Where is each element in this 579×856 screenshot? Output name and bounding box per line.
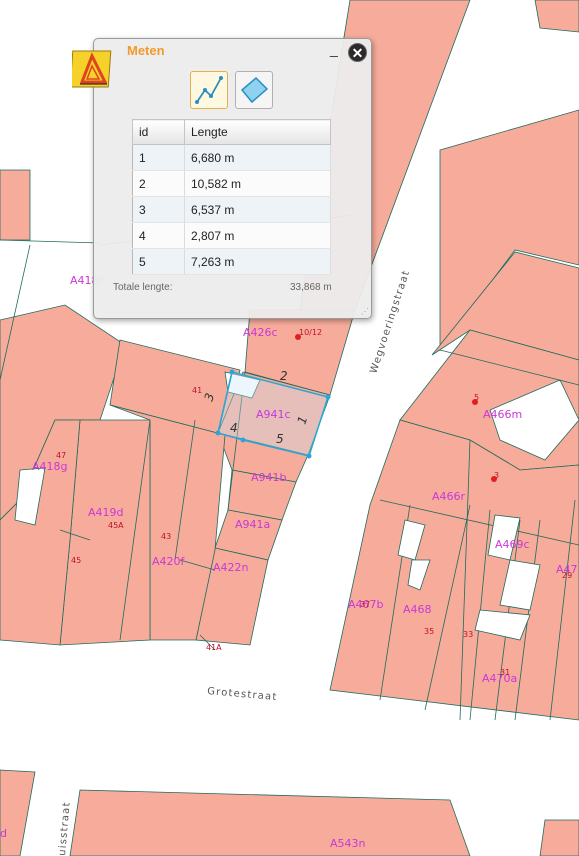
parcel-label: A466r [432, 490, 466, 503]
house-number: 45 [71, 556, 81, 565]
parcel-label: d [0, 827, 7, 840]
ruler-triangle-icon [69, 48, 114, 90]
cell-id: 2 [132, 170, 185, 197]
column-header-id[interactable]: id [132, 119, 185, 145]
segment-label-5: 5 [276, 432, 284, 446]
parcel-label: A420f [152, 555, 186, 568]
cell-id: 1 [132, 144, 185, 171]
measure-vertex[interactable] [215, 430, 221, 436]
cell-id: 5 [132, 248, 185, 275]
parcel-label: A426c [243, 326, 278, 339]
parcel-label: A468 [403, 603, 432, 616]
total-length-label: Totale lengte: [113, 282, 173, 293]
house-number: 33 [463, 630, 473, 639]
measure-vertex[interactable] [325, 394, 331, 400]
house-number: 43 [161, 532, 171, 541]
area-measure-tool[interactable] [235, 71, 273, 109]
measure-vertex[interactable] [229, 369, 235, 375]
cell-id: 4 [132, 222, 185, 249]
measurements-table: id Lengte 1 6,680 m 2 10,582 m 3 6,537 m… [132, 119, 331, 275]
house-number: 47 [56, 451, 66, 460]
table-row[interactable]: 4 2,807 m [132, 222, 331, 249]
panel-title: Meten [127, 43, 165, 58]
cell-length: 2,807 m [184, 222, 331, 249]
cell-length: 6,537 m [184, 196, 331, 223]
house-number: 29 [562, 571, 572, 580]
house-number: 10/12 [299, 328, 322, 337]
segment-label-2: 2 [280, 369, 288, 383]
house-number: 45A [108, 521, 124, 530]
table-header-row: id Lengte [132, 119, 331, 145]
cell-id: 3 [132, 196, 185, 223]
table-row[interactable]: 3 6,537 m [132, 196, 331, 223]
table-row[interactable]: 5 7,263 m [132, 248, 331, 275]
cell-length: 10,582 m [184, 170, 331, 197]
parcel-label: A941c [256, 408, 291, 421]
line-measure-tool[interactable] [190, 71, 228, 109]
parcel-label: A941b [251, 471, 287, 484]
table-row[interactable]: 1 6,680 m [132, 144, 331, 171]
parcel-label: A466m [483, 408, 522, 421]
table-row[interactable]: 2 10,582 m [132, 170, 331, 197]
column-header-length[interactable]: Lengte [184, 119, 331, 145]
house-number: 35 [424, 627, 434, 636]
house-number: 41 [192, 386, 202, 395]
close-icon: ✕ [351, 45, 364, 61]
parcel-label: A469c [495, 538, 530, 551]
parcel-label: A422n [213, 561, 249, 574]
parcel-label: A543n [330, 837, 366, 850]
parcel-label: A941a [235, 518, 270, 531]
house-number: 41A [206, 643, 222, 652]
minimize-button[interactable]: _ [330, 42, 342, 57]
total-length-value: 33,868 m [290, 282, 332, 293]
measure-vertex[interactable] [306, 453, 312, 459]
close-button[interactable]: ✕ [348, 43, 367, 62]
parcel-label: A419d [88, 506, 124, 519]
polyline-icon [195, 76, 223, 104]
measure-vertex[interactable] [240, 437, 246, 443]
house-number: 37 [360, 600, 370, 609]
cell-length: 6,680 m [184, 144, 331, 171]
parcel-label: A418g [32, 460, 68, 473]
house-number: 31 [500, 668, 510, 677]
measure-panel[interactable]: Meten _ ✕ id Lengte 1 6,680 m 2 10,582 m… [93, 38, 372, 319]
polygon-icon [240, 76, 269, 104]
segment-label-4: 4 [230, 421, 238, 435]
resize-grip-icon[interactable]: ⋰ [361, 308, 369, 316]
cell-length: 7,263 m [184, 248, 331, 275]
